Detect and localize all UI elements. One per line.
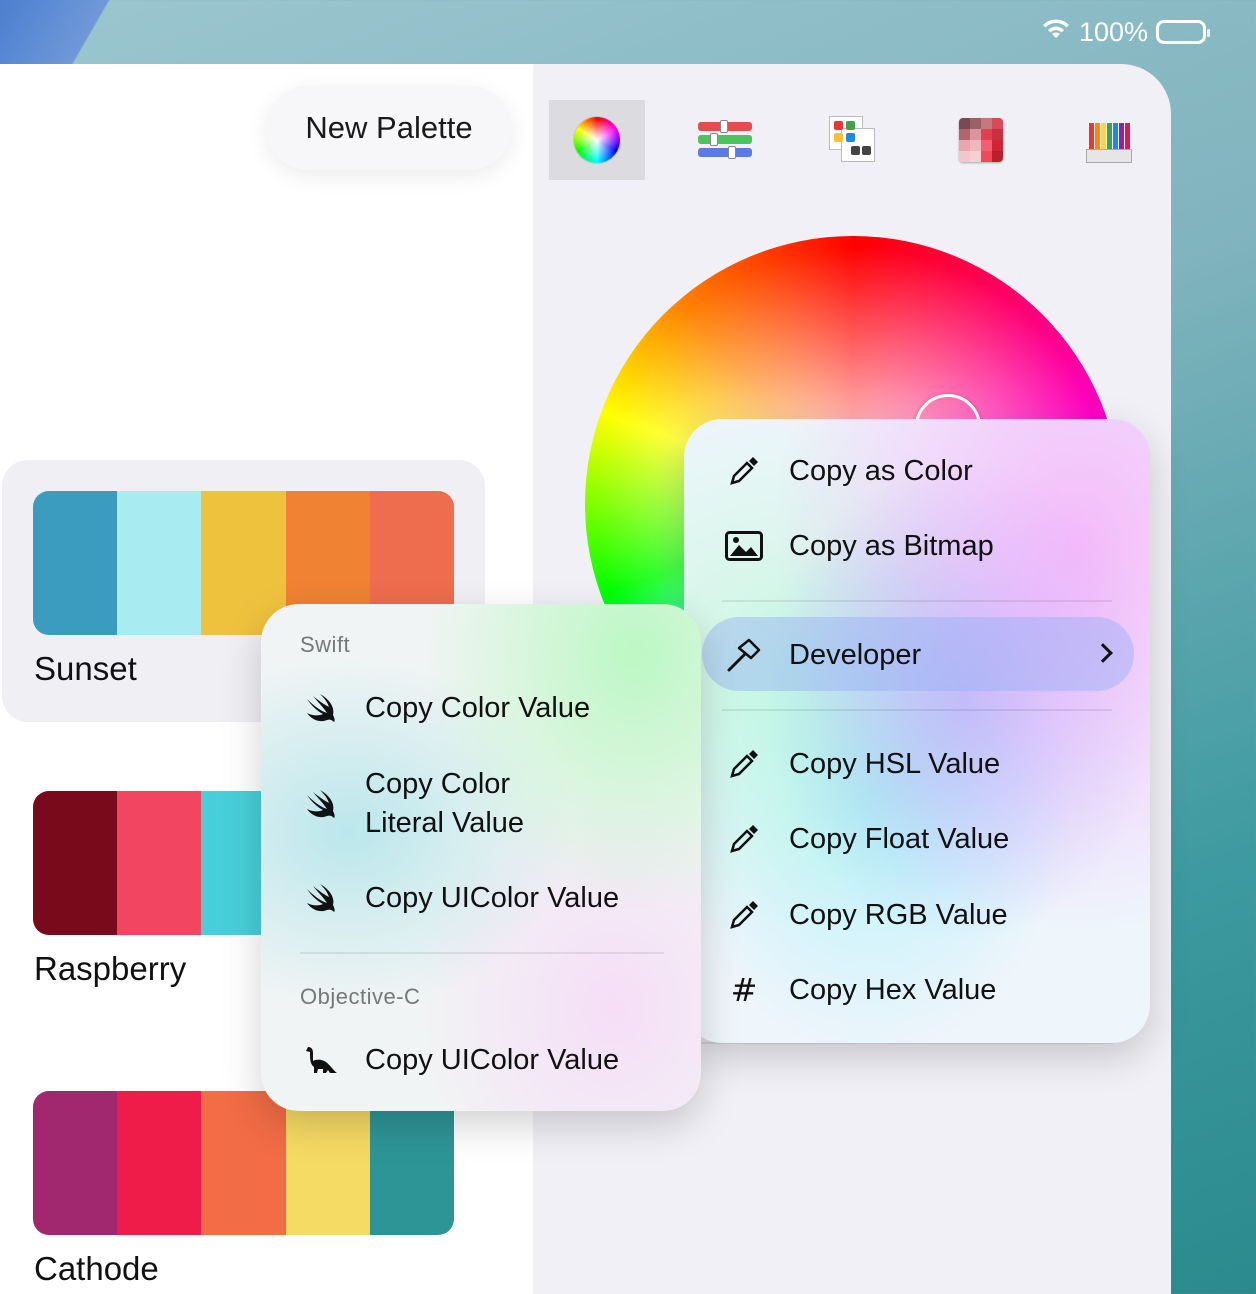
eyedropper-icon [724,895,764,935]
tab-image-picker[interactable] [933,100,1029,180]
tab-pencils[interactable] [1061,100,1157,180]
swatch [369,1091,454,1235]
hash-icon: # [730,971,758,1009]
eyedropper-icon [724,451,764,491]
swatch [33,791,118,935]
swatch [117,491,202,635]
menu-item-developer[interactable]: Developer [684,635,1150,675]
hammer-icon [724,635,764,675]
menu-item-label-line2: Literal Value [365,807,525,839]
tab-grid-picker[interactable] [805,100,901,180]
swift-icon [301,688,341,728]
menu-item-copy-float[interactable]: Copy Float Value [684,819,1150,859]
menu-item-label: Copy RGB Value [789,898,1008,931]
section-header-objc: Objective-C [300,984,421,1009]
menu-item-label: Copy HSL Value [789,747,1001,780]
new-palette-button[interactable]: New Palette [266,86,512,170]
menu-item-copy-as-color[interactable]: Copy as Color [684,451,1150,491]
menu-item-swift-copy-color-value[interactable]: Copy Color Value [261,688,701,728]
palette-name: Cathode [34,1250,159,1287]
swatch [285,1091,370,1235]
developer-submenu: Swift Copy Color Value Copy Color Litera… [261,604,701,1111]
wallpaper-accent [0,0,160,64]
tab-color-wheel[interactable] [549,100,645,180]
palette-name: Raspberry [34,950,187,987]
menu-item-label-line1: Copy Color [365,768,511,800]
menu-item-label: Copy Hex Value [789,973,997,1006]
status-bar: 100% [1041,14,1210,50]
menu-item-swift-copy-color-literal[interactable]: Copy Color Literal Value [261,764,701,844]
eyedropper-icon [724,744,764,784]
menu-item-copy-as-bitmap[interactable]: Copy as Bitmap [684,526,1150,566]
menu-item-label: Copy as Bitmap [789,529,994,562]
menu-item-label: Copy Float Value [789,822,1010,855]
mosaic-icon [959,118,1003,162]
menu-item-swift-copy-uicolor[interactable]: Copy UIColor Value [261,878,701,918]
photo-icon [724,526,764,566]
menu-item-label: Copy UIColor Value [365,1043,620,1076]
battery-icon [1156,20,1210,44]
wifi-icon [1041,17,1071,48]
menu-item-copy-rgb[interactable]: Copy RGB Value [684,895,1150,935]
section-header-swift: Swift [300,632,351,657]
dinosaur-icon [301,1040,341,1080]
palette-name: Sunset [34,650,137,687]
menu-separator [722,600,1112,602]
swatch [201,1091,286,1235]
menu-item-label: Developer [789,638,922,671]
menu-item-label: Copy as Color [789,454,973,487]
eyedropper-icon [724,819,764,859]
color-wheel-icon [574,117,620,163]
menu-item-label: Copy Color Value [365,691,591,724]
battery-percent: 100% [1078,16,1148,47]
menu-item-label: Copy Color Literal Value [365,765,524,843]
swift-icon [301,878,341,918]
palette-swatches [33,1091,454,1235]
color-grid-icon [829,116,877,164]
swatch [117,1091,202,1235]
menu-separator [300,952,664,954]
swatch [33,1091,118,1235]
swatch [33,491,118,635]
menu-item-objc-copy-uicolor[interactable]: Copy UIColor Value [261,1040,701,1080]
swift-icon [301,784,341,824]
menu-item-copy-hsl[interactable]: Copy HSL Value [684,744,1150,784]
menu-item-copy-hex[interactable]: # Copy Hex Value [684,970,1150,1010]
menu-item-label: Copy UIColor Value [365,881,620,914]
rgb-sliders-icon [698,120,752,160]
tab-sliders[interactable] [677,100,773,180]
menu-separator [722,709,1112,711]
swatch [117,791,202,935]
copy-context-menu: Copy as Color Copy as Bitmap Developer C… [684,419,1150,1043]
colored-pencils-icon [1086,117,1132,163]
